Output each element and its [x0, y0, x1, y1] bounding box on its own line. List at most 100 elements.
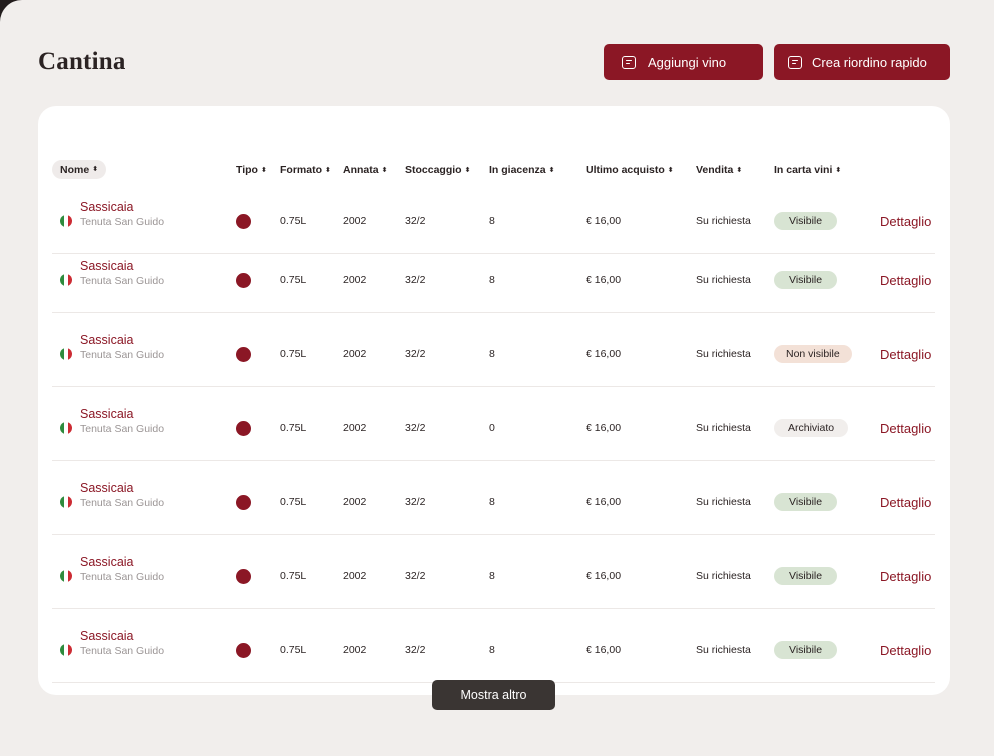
table-row[interactable]: Sassicaia Tenuta San Guido 0.75L 2002 32/2 8 €… [52, 465, 935, 539]
format-cell: 0.75L [280, 274, 307, 286]
stock-cell: 8 [489, 274, 495, 286]
vintage-cell: 2002 [343, 570, 367, 582]
column-header-formato[interactable]: Formato ⬍ [280, 164, 331, 176]
app-frame: Cantina Aggiungi vino Crea riordino rapi… [0, 0, 994, 756]
sort-icon: ⬍ [464, 166, 471, 174]
producer-label: Tenuta San Guido [80, 216, 165, 228]
sale-cell: Su richiesta [696, 570, 751, 582]
column-header-annata[interactable]: Annata ⬍ [343, 164, 387, 176]
last-purchase-cell: € 16,00 [586, 570, 622, 582]
detail-link[interactable]: Dettaglio [880, 643, 931, 658]
wine-list-status-badge[interactable]: Archiviato [774, 419, 849, 437]
stock-cell: 0 [489, 422, 495, 434]
wine-name-link[interactable]: Sassicaia [80, 407, 134, 421]
show-more-button[interactable]: Mostra altro [432, 680, 555, 710]
wine-name-link[interactable]: Sassicaia [80, 555, 134, 569]
row-divider [52, 460, 935, 461]
red-wine-dot-icon [236, 214, 251, 229]
format-cell: 0.75L [280, 348, 307, 360]
column-header-in-carta-vini[interactable]: In carta vini ⬍ [774, 164, 841, 176]
add-wine-label: Aggiungi vino [648, 54, 727, 70]
format-cell: 0.75L [280, 496, 307, 508]
wine-name-link[interactable]: Sassicaia [80, 259, 134, 273]
red-wine-dot-icon [236, 421, 251, 436]
wine-name-link[interactable]: Sassicaia [80, 481, 134, 495]
column-header-nome[interactable]: Nome ⬍ [52, 160, 107, 179]
sort-icon: ⬍ [548, 166, 555, 174]
vintage-cell: 2002 [343, 348, 367, 360]
detail-link[interactable]: Dettaglio [880, 347, 931, 362]
storage-cell: 32/2 [405, 422, 426, 434]
producer-label: Tenuta San Guido [80, 349, 165, 361]
stock-cell: 8 [489, 570, 495, 582]
producer-label: Tenuta San Guido [80, 571, 165, 583]
row-divider [52, 312, 935, 313]
column-header-ultimo-acquisto[interactable]: Ultimo acquisto ⬍ [586, 164, 674, 176]
sale-cell: Su richiesta [696, 644, 751, 656]
italy-flag-icon [60, 348, 72, 360]
red-wine-dot-icon [236, 347, 251, 362]
storage-cell: 32/2 [405, 496, 426, 508]
sale-cell: Su richiesta [696, 348, 751, 360]
page-title: Cantina [38, 48, 126, 75]
sale-cell: Su richiesta [696, 215, 751, 227]
column-header-tipo[interactable]: Tipo ⬍ [236, 164, 267, 176]
storage-cell: 32/2 [405, 274, 426, 286]
quick-reorder-label: Crea riordino rapido [812, 54, 927, 70]
add-wine-button[interactable]: Aggiungi vino [604, 44, 763, 80]
table-row[interactable]: Sassicaia Tenuta San Guido 0.75L 2002 32/2 0 €… [52, 391, 935, 465]
row-divider [52, 386, 935, 387]
sale-cell: Su richiesta [696, 496, 751, 508]
wine-list-status-badge[interactable]: Visibile [774, 641, 838, 659]
storage-cell: 32/2 [405, 570, 426, 582]
sort-icon: ⬍ [92, 166, 99, 173]
wine-list-status-badge[interactable]: Non visibile [774, 345, 852, 363]
producer-label: Tenuta San Guido [80, 645, 165, 657]
producer-label: Tenuta San Guido [80, 275, 165, 287]
storage-cell: 32/2 [405, 644, 426, 656]
table-row[interactable]: Sassicaia Tenuta San Guido 0.75L 2002 32/2 8 €… [52, 243, 935, 317]
vintage-cell: 2002 [343, 496, 367, 508]
sort-icon: ⬍ [736, 166, 743, 174]
red-wine-dot-icon [236, 569, 251, 584]
storage-cell: 32/2 [405, 215, 426, 227]
italy-flag-icon [60, 496, 72, 508]
wine-name-link[interactable]: Sassicaia [80, 333, 134, 347]
red-wine-dot-icon [236, 273, 251, 288]
column-header-stoccaggio[interactable]: Stoccaggio ⬍ [405, 164, 470, 176]
sort-icon: ⬍ [325, 166, 331, 174]
table-row[interactable]: Sassicaia Tenuta San Guido 0.75L 2002 32/2 8 €… [52, 613, 935, 687]
sort-icon: ⬍ [667, 166, 674, 174]
red-wine-dot-icon [236, 643, 251, 658]
wine-list-status-badge[interactable]: Visibile [774, 212, 838, 230]
sort-icon: ⬍ [260, 166, 267, 174]
wine-list-status-badge[interactable]: Visibile [774, 271, 838, 289]
column-header-in-giacenza[interactable]: In giacenza ⬍ [489, 164, 554, 176]
sort-icon: ⬍ [381, 166, 388, 174]
detail-link[interactable]: Dettaglio [880, 421, 931, 436]
last-purchase-cell: € 16,00 [586, 348, 622, 360]
stock-cell: 8 [489, 496, 495, 508]
wine-name-link[interactable]: Sassicaia [80, 629, 134, 643]
column-header-vendita[interactable]: Vendita ⬍ [696, 164, 742, 176]
quick-reorder-button[interactable]: Crea riordino rapido [774, 44, 950, 80]
wine-name-link[interactable]: Sassicaia [80, 200, 134, 214]
wine-list-status-badge[interactable]: Visibile [774, 493, 838, 511]
table-row[interactable]: Sassicaia Tenuta San Guido 0.75L 2002 32/2 8 €… [52, 317, 935, 391]
sale-cell: Su richiesta [696, 422, 751, 434]
table-row[interactable]: Sassicaia Tenuta San Guido 0.75L 2002 32/2 8 €… [52, 539, 935, 613]
row-divider [52, 608, 935, 609]
last-purchase-cell: € 16,00 [586, 215, 622, 227]
last-purchase-cell: € 16,00 [586, 644, 622, 656]
sort-icon: ⬍ [835, 166, 842, 174]
italy-flag-icon [60, 274, 72, 286]
detail-link[interactable]: Dettaglio [880, 214, 931, 229]
vintage-cell: 2002 [343, 422, 367, 434]
detail-link[interactable]: Dettaglio [880, 273, 931, 288]
vintage-cell: 2002 [343, 644, 367, 656]
wine-list-status-badge[interactable]: Visibile [774, 567, 838, 585]
italy-flag-icon [60, 570, 72, 582]
detail-link[interactable]: Dettaglio [880, 569, 931, 584]
last-purchase-cell: € 16,00 [586, 496, 622, 508]
detail-link[interactable]: Dettaglio [880, 495, 931, 510]
